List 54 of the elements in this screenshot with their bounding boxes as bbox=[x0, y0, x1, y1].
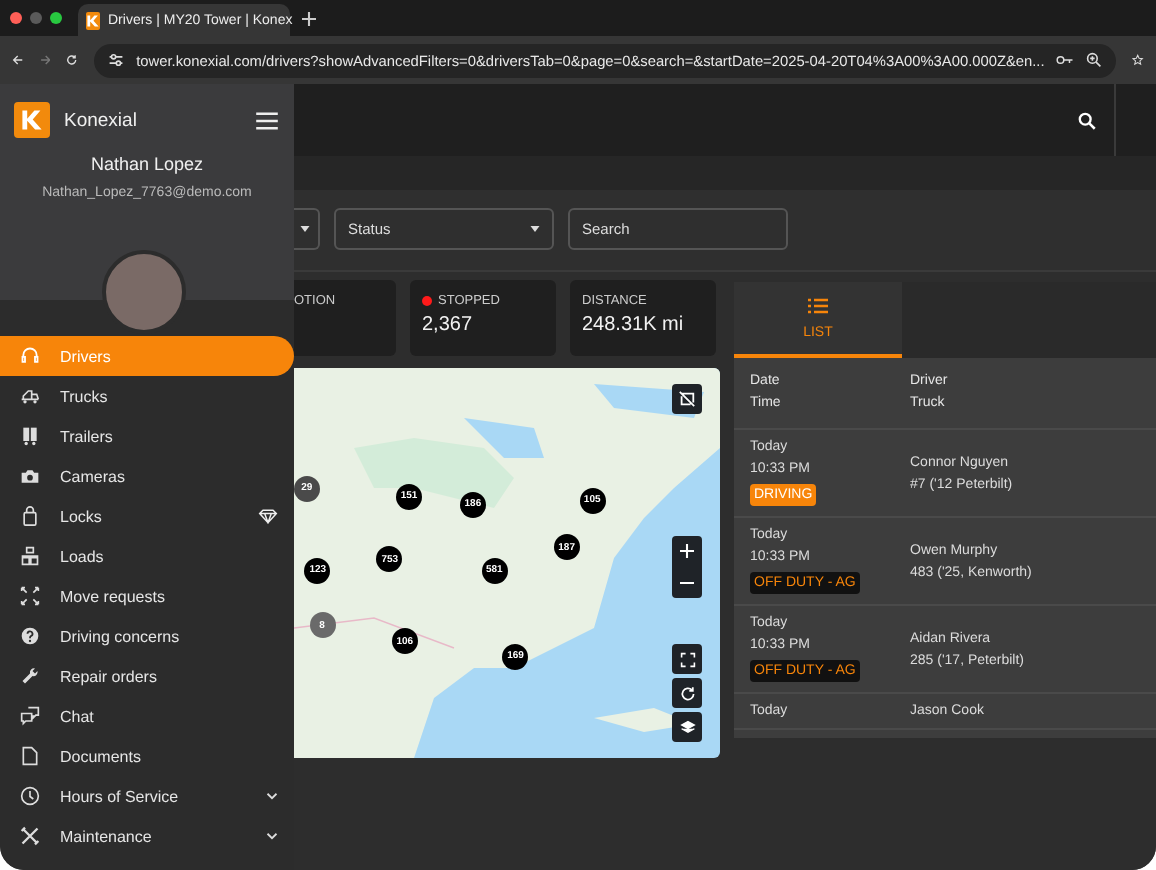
loads-icon bbox=[20, 546, 40, 566]
menu-icon[interactable] bbox=[256, 111, 278, 129]
back-icon[interactable] bbox=[12, 52, 24, 68]
sidebar-item[interactable]: Chat bbox=[0, 696, 294, 736]
list-icon bbox=[808, 297, 828, 313]
minimize-window-icon[interactable] bbox=[30, 12, 42, 24]
sidebar-item[interactable]: Trailers bbox=[0, 416, 294, 456]
help-icon bbox=[20, 626, 40, 646]
move-icon bbox=[20, 586, 40, 606]
sidebar-item[interactable]: Documents bbox=[0, 736, 294, 776]
chat-icon bbox=[20, 706, 40, 726]
stat-value: 248.31K mi bbox=[582, 314, 686, 336]
brand-name: Konexial bbox=[64, 109, 139, 131]
zoom-in-icon[interactable] bbox=[680, 544, 694, 559]
hide-map-icon[interactable] bbox=[672, 384, 702, 414]
maximize-window-icon[interactable] bbox=[50, 12, 62, 24]
sidebar-item[interactable]: Loads bbox=[0, 536, 294, 576]
tools-icon bbox=[20, 826, 40, 846]
user-name: Nathan Lopez bbox=[90, 154, 204, 174]
sidebar-item[interactable]: Move requests bbox=[0, 576, 294, 616]
search-icon[interactable] bbox=[1078, 111, 1096, 129]
close-window-icon[interactable] bbox=[10, 12, 22, 24]
sidebar-item[interactable]: Trucks bbox=[0, 376, 294, 416]
reload-icon[interactable] bbox=[66, 52, 79, 68]
forward-icon[interactable] bbox=[39, 52, 51, 68]
sidebar-item[interactable]: Driving concerns bbox=[0, 616, 294, 656]
logo-icon bbox=[86, 11, 100, 29]
logo-icon bbox=[14, 102, 50, 138]
caret-icon bbox=[530, 226, 540, 232]
caret-icon bbox=[300, 226, 310, 232]
truck-icon bbox=[20, 386, 40, 406]
fullscreen-icon[interactable] bbox=[672, 644, 702, 674]
zoom-icon[interactable] bbox=[1086, 52, 1103, 68]
sidebar-item[interactable]: Repair orders bbox=[0, 656, 294, 696]
bookmark-star-icon[interactable] bbox=[1132, 52, 1144, 68]
zoom-control[interactable] bbox=[672, 536, 702, 598]
wrench-icon bbox=[20, 666, 40, 686]
sidebar-item[interactable]: Hours of Service bbox=[0, 776, 294, 816]
dropdown[interactable] bbox=[294, 208, 320, 250]
site-settings-icon[interactable] bbox=[108, 52, 125, 68]
lock-icon bbox=[20, 506, 40, 526]
sidebar-item[interactable]: Cameras bbox=[0, 456, 294, 496]
stat-value: 2,367 bbox=[422, 314, 475, 336]
password-key-icon[interactable] bbox=[1056, 54, 1075, 66]
trailer-icon bbox=[20, 426, 40, 446]
clock-icon bbox=[20, 786, 40, 806]
camera-icon bbox=[20, 466, 40, 486]
sidebar-item[interactable]: Locks bbox=[0, 496, 294, 536]
new-tab-icon[interactable] bbox=[302, 11, 316, 25]
refresh-icon[interactable] bbox=[672, 678, 702, 708]
headset-icon bbox=[20, 346, 40, 366]
sidebar-item[interactable]: Maintenance bbox=[0, 816, 294, 856]
document-icon bbox=[20, 746, 40, 766]
layers-icon[interactable] bbox=[672, 712, 702, 742]
